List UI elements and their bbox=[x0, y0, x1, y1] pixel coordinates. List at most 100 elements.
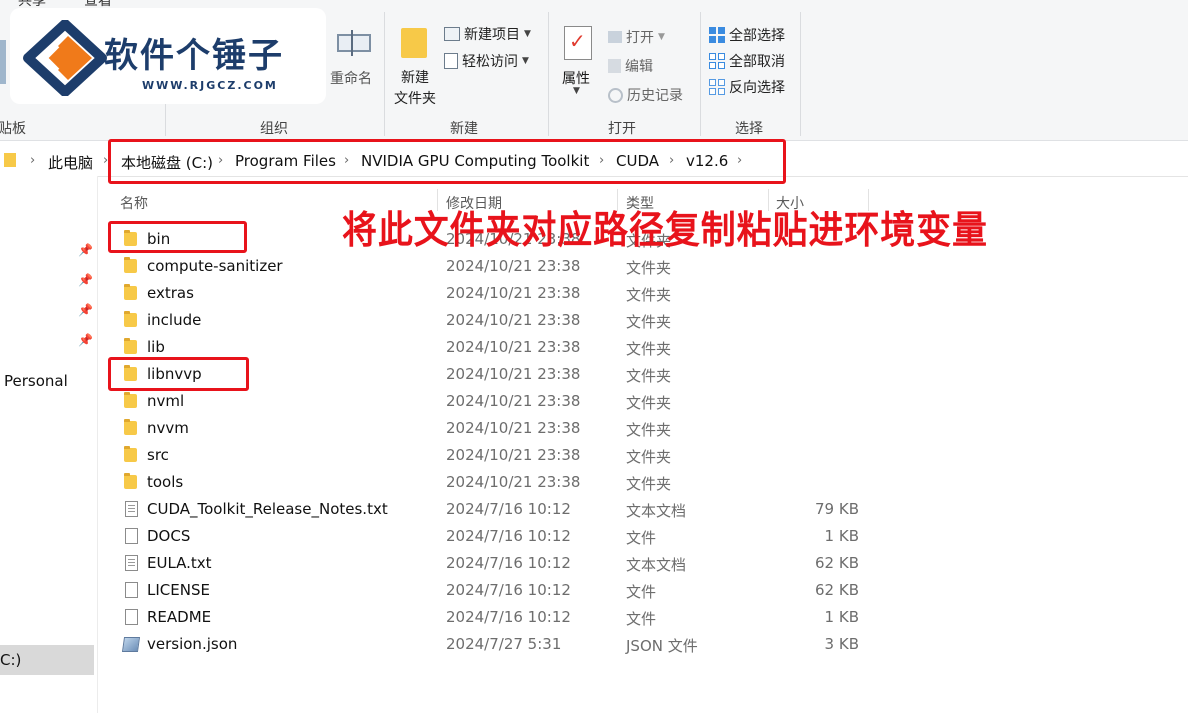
chevron-right-icon: › bbox=[30, 153, 36, 168]
text-file-icon bbox=[125, 501, 138, 517]
open-button[interactable]: 打开 ▼ bbox=[608, 27, 665, 47]
file-type: 文件夹 bbox=[626, 259, 672, 277]
file-size: 62 KB bbox=[815, 581, 859, 599]
file-name: extras bbox=[147, 284, 194, 302]
properties-button[interactable]: ✓ 属性 ▼ bbox=[558, 24, 598, 96]
file-row[interactable]: DOCS 2024/7/16 10:12 文件 1 KB bbox=[110, 523, 870, 550]
dropdown-arrow-icon: ▼ bbox=[573, 86, 580, 96]
history-button[interactable]: 历史记录 bbox=[608, 85, 683, 105]
file-size: 62 KB bbox=[815, 554, 859, 572]
folder-icon bbox=[124, 338, 137, 354]
edit-label: 编辑 bbox=[625, 59, 653, 75]
file-date-modified: 2024/10/21 23:38 bbox=[446, 392, 581, 410]
file-date-modified: 2024/10/21 23:38 bbox=[446, 446, 581, 464]
edit-icon bbox=[608, 59, 621, 73]
file-name: README bbox=[147, 608, 212, 626]
dropdown-arrow-icon: ▼ bbox=[522, 56, 529, 66]
invert-selection-icon bbox=[709, 79, 725, 95]
paste-icon[interactable] bbox=[0, 40, 6, 84]
group-divider bbox=[700, 12, 701, 136]
file-type: 文件夹 bbox=[626, 475, 672, 493]
edit-button[interactable]: 编辑 bbox=[608, 56, 653, 76]
new-folder-label: 新建 文件夹 bbox=[390, 68, 440, 110]
folder-icon bbox=[124, 392, 137, 408]
file-date-modified: 2024/7/16 10:12 bbox=[446, 554, 571, 572]
file-date-modified: 2024/10/21 23:38 bbox=[446, 365, 581, 383]
file-icon bbox=[125, 582, 138, 598]
file-type: 文件 bbox=[626, 529, 657, 547]
group-label-new: 新建 bbox=[450, 121, 478, 137]
file-row[interactable]: README 2024/7/16 10:12 文件 1 KB bbox=[110, 604, 870, 631]
file-date-modified: 2024/10/21 23:38 bbox=[446, 311, 581, 329]
file-name: tools bbox=[147, 473, 184, 491]
select-none-button[interactable]: 全部取消 bbox=[709, 51, 785, 71]
select-all-button[interactable]: 全部选择 bbox=[709, 25, 785, 45]
folder-icon bbox=[124, 473, 137, 489]
file-name: include bbox=[147, 311, 202, 329]
file-row[interactable]: EULA.txt 2024/7/16 10:12 文本文档 62 KB bbox=[110, 550, 870, 577]
folder-icon bbox=[124, 257, 137, 273]
file-icon bbox=[125, 528, 138, 544]
rename-button[interactable] bbox=[333, 30, 373, 60]
select-all-icon bbox=[709, 27, 725, 43]
file-date-modified: 2024/7/27 5:31 bbox=[446, 635, 562, 653]
file-row[interactable]: CUDA_Toolkit_Release_Notes.txt 2024/7/16 … bbox=[110, 496, 870, 523]
file-row[interactable]: version.json 2024/7/27 5:31 JSON 文件 3 KB bbox=[110, 631, 870, 658]
new-folder-button[interactable]: 新建 文件夹 bbox=[390, 24, 440, 110]
file-size: 79 KB bbox=[815, 500, 859, 518]
file-type: 文件夹 bbox=[626, 394, 672, 412]
properties-icon: ✓ bbox=[564, 26, 592, 60]
dropdown-arrow-icon: ▼ bbox=[524, 29, 531, 39]
file-date-modified: 2024/7/16 10:12 bbox=[446, 581, 571, 599]
new-item-label: 新建项目 bbox=[464, 27, 520, 43]
file-row[interactable]: LICENSE 2024/7/16 10:12 文件 62 KB bbox=[110, 577, 870, 604]
folder-icon bbox=[124, 284, 137, 300]
file-row[interactable]: tools 2024/10/21 23:38 文件夹 bbox=[110, 469, 870, 496]
file-row[interactable]: compute-sanitizer 2024/10/21 23:38 文件夹 bbox=[110, 253, 870, 280]
file-date-modified: 2024/7/16 10:12 bbox=[446, 608, 571, 626]
breadcrumb-this-pc[interactable]: 此电脑 bbox=[48, 152, 93, 173]
history-label: 历史记录 bbox=[627, 88, 683, 104]
file-row[interactable]: src 2024/10/21 23:38 文件夹 bbox=[110, 442, 870, 469]
file-type: 文件夹 bbox=[626, 286, 672, 304]
file-date-modified: 2024/10/21 23:38 bbox=[446, 473, 581, 491]
new-folder-label-line2: 文件夹 bbox=[394, 91, 436, 107]
new-folder-label-line1: 新建 bbox=[401, 70, 429, 86]
file-date-modified: 2024/10/21 23:38 bbox=[446, 257, 581, 275]
file-row[interactable]: nvml 2024/10/21 23:38 文件夹 bbox=[110, 388, 870, 415]
logo-mark-icon bbox=[23, 20, 107, 96]
json-file-icon bbox=[121, 637, 141, 652]
new-folder-icon bbox=[401, 28, 427, 58]
file-name: version.json bbox=[147, 635, 238, 653]
file-row[interactable]: extras 2024/10/21 23:38 文件夹 bbox=[110, 280, 870, 307]
new-item-button[interactable]: 新建项目 ▼ bbox=[444, 24, 531, 44]
group-label-organize: 组织 bbox=[260, 121, 288, 137]
file-type: 文件夹 bbox=[626, 340, 672, 358]
file-name: EULA.txt bbox=[147, 554, 212, 572]
group-label-clipboard: 贴板 bbox=[0, 121, 26, 137]
file-size: 1 KB bbox=[824, 608, 859, 626]
easy-access-label: 轻松访问 bbox=[462, 54, 518, 70]
open-label: 打开 bbox=[626, 30, 654, 46]
group-label-open: 打开 bbox=[608, 121, 636, 137]
file-row[interactable]: nvvm 2024/10/21 23:38 文件夹 bbox=[110, 415, 870, 442]
file-list: bin 2024/10/21 23:38 文件夹 compute-sanitizer 2… bbox=[0, 226, 1188, 666]
rename-icon bbox=[337, 34, 371, 52]
file-name: compute-sanitizer bbox=[147, 257, 283, 275]
file-type: 文件夹 bbox=[626, 367, 672, 385]
file-size: 1 KB bbox=[824, 527, 859, 545]
file-type: 文件夹 bbox=[626, 448, 672, 466]
text-file-icon bbox=[125, 555, 138, 571]
file-type: 文本文档 bbox=[626, 502, 687, 520]
dropdown-arrow-icon: ▼ bbox=[658, 32, 665, 42]
invert-selection-button[interactable]: 反向选择 bbox=[709, 77, 785, 97]
file-name: nvvm bbox=[147, 419, 189, 437]
properties-label: 属性 bbox=[562, 71, 590, 87]
column-header-name[interactable]: 名称 bbox=[120, 193, 148, 213]
new-item-icon bbox=[444, 27, 460, 41]
file-type: 文件夹 bbox=[626, 313, 672, 331]
easy-access-button[interactable]: 轻松访问 ▼ bbox=[444, 51, 529, 71]
file-name: src bbox=[147, 446, 169, 464]
file-row[interactable]: include 2024/10/21 23:38 文件夹 bbox=[110, 307, 870, 334]
invert-selection-label: 反向选择 bbox=[729, 80, 785, 96]
